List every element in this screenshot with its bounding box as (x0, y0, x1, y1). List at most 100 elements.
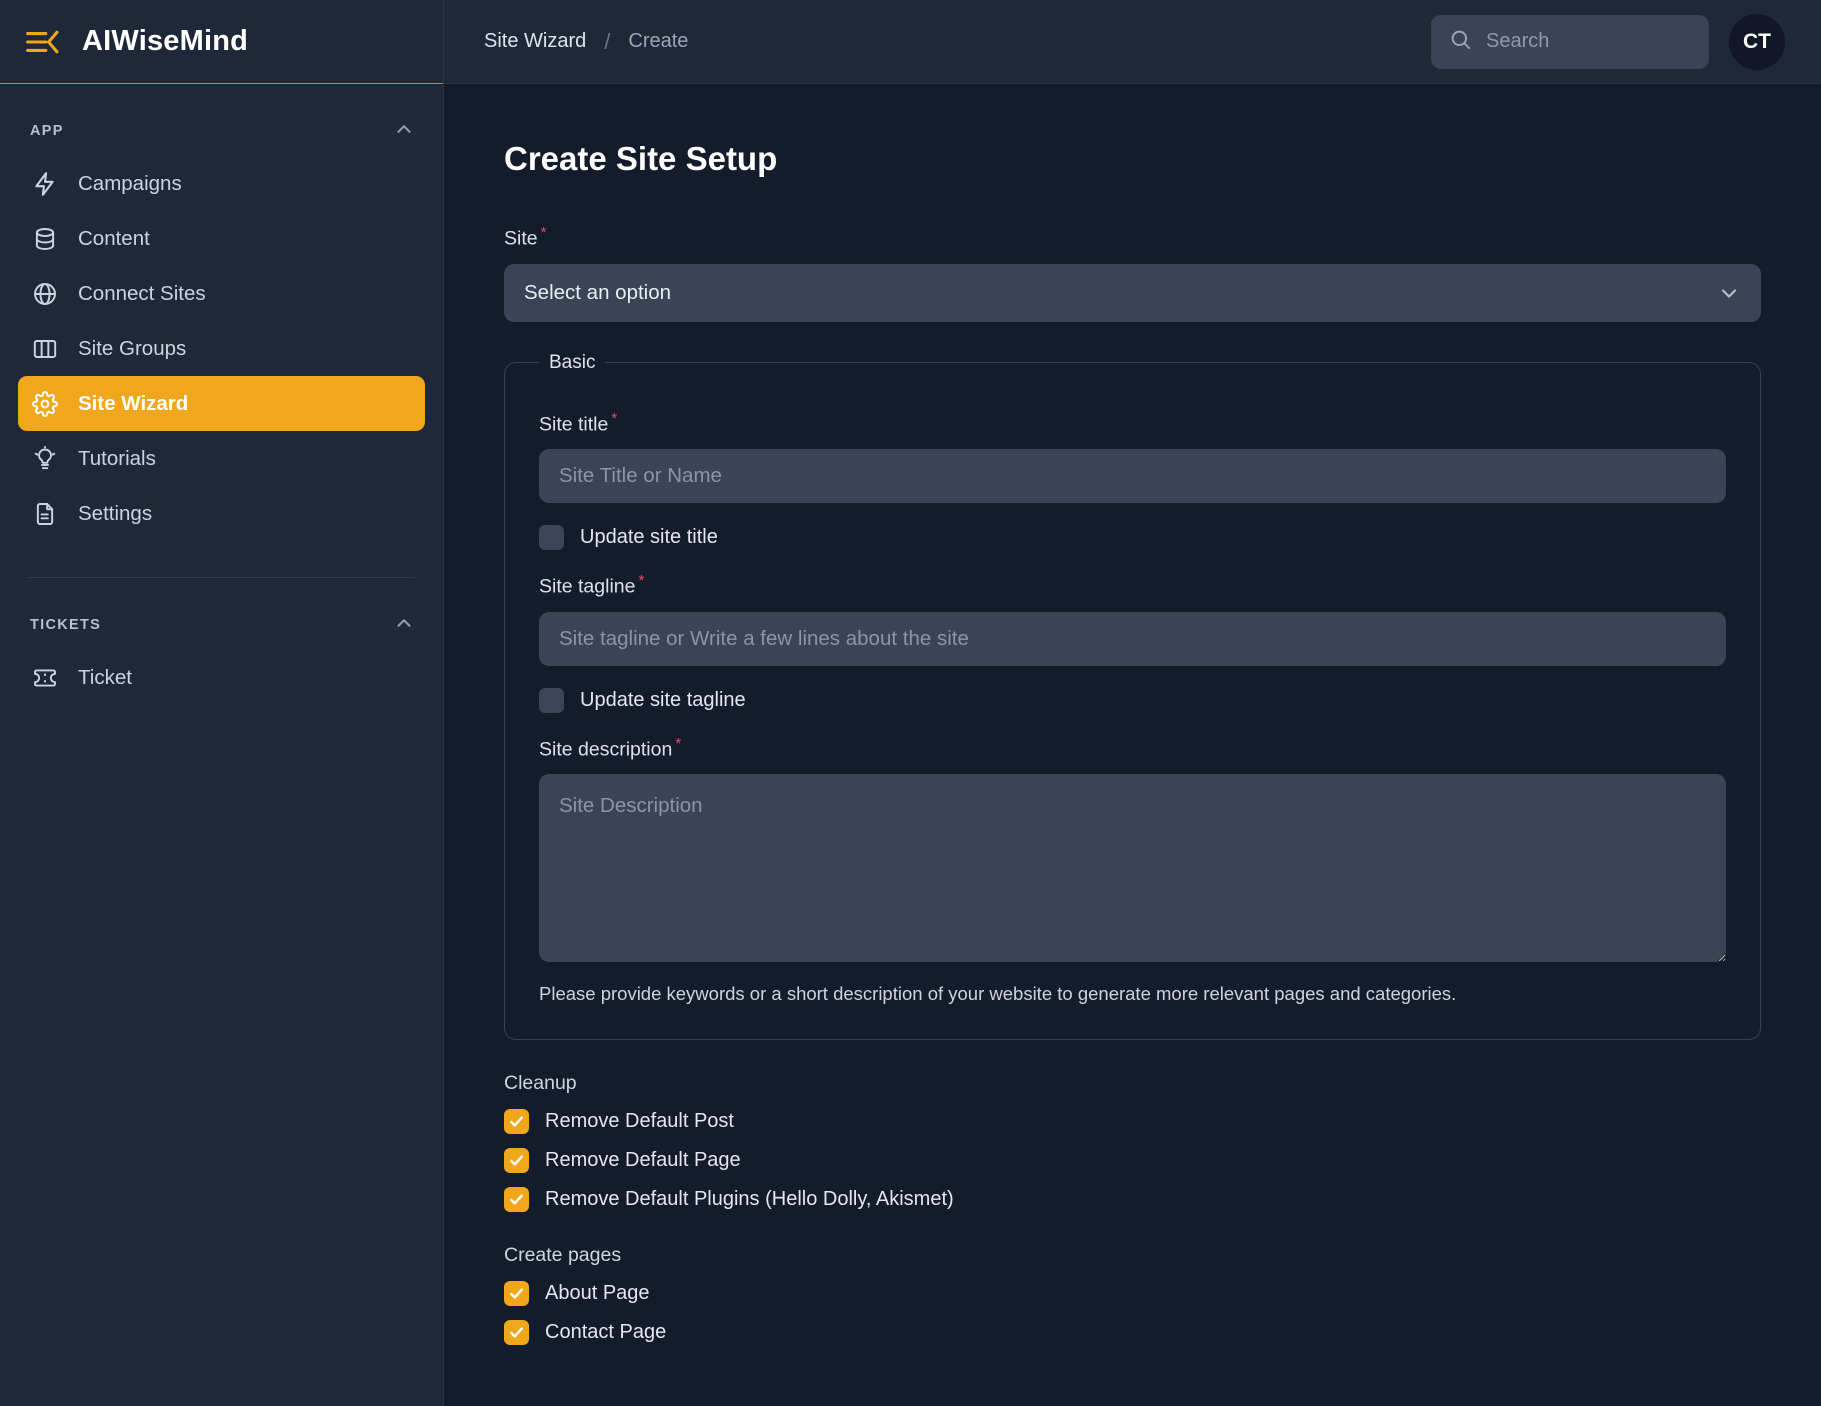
sidebar-item-label: Tutorials (78, 447, 156, 471)
sidebar: AIWiseMind APP Campaigns (0, 0, 444, 1406)
chevron-down-icon[interactable] (1717, 281, 1741, 305)
ticket-icon (32, 665, 58, 691)
sidebar-item-label: Site Wizard (78, 392, 188, 416)
sidebar-item-site-wizard[interactable]: Site Wizard (18, 376, 425, 431)
brand-name: AIWiseMind (82, 25, 248, 58)
site-field: Site* Select an option (504, 224, 1761, 322)
site-tagline-input[interactable] (539, 612, 1726, 666)
required-mark: * (611, 410, 617, 427)
sidebar-item-site-groups[interactable]: Site Groups (18, 321, 425, 376)
lightning-icon (32, 171, 58, 197)
topbar: Site Wizard / Create CT (444, 0, 1821, 84)
cleanup-option-label: Remove Default Page (545, 1149, 741, 1172)
create-pages-title: Create pages (504, 1244, 1761, 1267)
site-field-label: Site* (504, 224, 1761, 251)
site-tagline-label-text: Site tagline (539, 576, 635, 598)
remove-default-plugins-checkbox[interactable] (504, 1187, 529, 1212)
sidebar-item-label: Connect Sites (78, 282, 206, 306)
site-title-input[interactable] (539, 449, 1726, 503)
site-description-label-text: Site description (539, 738, 672, 760)
sidebar-nav-tickets: Ticket (0, 646, 443, 705)
create-pages-group: Create pages About Page Contact Page (504, 1244, 1761, 1345)
sidebar-item-content[interactable]: Content (18, 211, 425, 266)
database-icon (32, 226, 58, 252)
cleanup-option-row[interactable]: Remove Default Page (504, 1148, 1761, 1173)
update-site-title-label: Update site title (580, 526, 718, 549)
update-site-title-row[interactable]: Update site title (539, 525, 1726, 550)
breadcrumb: Site Wizard / Create (484, 29, 688, 55)
columns-icon (32, 336, 58, 362)
cleanup-option-label: Remove Default Plugins (Hello Dolly, Aki… (545, 1188, 954, 1211)
globe-icon (32, 281, 58, 307)
search-box[interactable] (1431, 15, 1709, 69)
sidebar-item-label: Content (78, 227, 150, 251)
gear-icon (32, 391, 58, 417)
required-mark: * (541, 224, 547, 241)
sidebar-item-tutorials[interactable]: Tutorials (18, 431, 425, 486)
site-title-label-text: Site title (539, 413, 608, 435)
site-field-label-text: Site (504, 228, 538, 250)
site-tagline-field: Site tagline* (539, 572, 1726, 666)
cleanup-option-row[interactable]: Remove Default Post (504, 1109, 1761, 1134)
lightbulb-icon (32, 446, 58, 472)
search-input[interactable] (1486, 30, 1691, 53)
create-pages-option-label: About Page (545, 1282, 650, 1305)
sidebar-item-settings[interactable]: Settings (18, 486, 425, 541)
sidebar-item-campaigns[interactable]: Campaigns (18, 156, 425, 211)
update-site-tagline-checkbox[interactable] (539, 688, 564, 713)
sidebar-item-label: Ticket (78, 666, 132, 690)
sidebar-section-header-app[interactable]: APP (0, 110, 443, 152)
sidebar-section-title: TICKETS (30, 617, 101, 633)
document-icon (32, 501, 58, 527)
remove-default-page-checkbox[interactable] (504, 1148, 529, 1173)
sidebar-section-header-tickets[interactable]: TICKETS (0, 604, 443, 646)
brand-header: AIWiseMind (0, 0, 443, 84)
basic-fieldset: Basic Site title* Update site title Sit (504, 352, 1761, 1041)
breadcrumb-current: Create (628, 30, 688, 53)
site-title-label: Site title* (539, 410, 1726, 437)
create-pages-option-label: Contact Page (545, 1321, 666, 1344)
create-pages-option-row[interactable]: Contact Page (504, 1320, 1761, 1345)
contact-page-checkbox[interactable] (504, 1320, 529, 1345)
sidebar-item-label: Campaigns (78, 172, 182, 196)
app-root: AIWiseMind APP Campaigns (0, 0, 1821, 1406)
chevron-up-icon[interactable] (393, 612, 415, 639)
remove-default-post-checkbox[interactable] (504, 1109, 529, 1134)
about-page-checkbox[interactable] (504, 1281, 529, 1306)
site-description-textarea[interactable] (539, 774, 1726, 962)
page-content: Create Site Setup Site* Select an option… (444, 84, 1821, 1406)
sidebar-item-connect-sites[interactable]: Connect Sites (18, 266, 425, 321)
site-tagline-label: Site tagline* (539, 572, 1726, 599)
chevron-up-icon[interactable] (393, 118, 415, 145)
search-icon (1449, 28, 1472, 56)
update-site-tagline-label: Update site tagline (580, 689, 746, 712)
cleanup-group: Cleanup Remove Default Post Remove Defau… (504, 1072, 1761, 1212)
sidebar-item-ticket[interactable]: Ticket (18, 650, 425, 705)
required-mark: * (675, 735, 681, 752)
breadcrumb-separator: / (604, 29, 610, 55)
site-title-field: Site title* (539, 410, 1726, 504)
main-area: Site Wizard / Create CT Create Site Setu… (444, 0, 1821, 1406)
sidebar-section-app: APP Campaigns Content (0, 84, 443, 547)
cleanup-title: Cleanup (504, 1072, 1761, 1095)
cleanup-option-row[interactable]: Remove Default Plugins (Hello Dolly, Aki… (504, 1187, 1761, 1212)
update-site-title-checkbox[interactable] (539, 525, 564, 550)
site-description-label: Site description* (539, 735, 1726, 762)
breadcrumb-parent[interactable]: Site Wizard (484, 30, 586, 53)
topbar-right: CT (1431, 14, 1785, 70)
site-select-value: Select an option (524, 281, 671, 305)
page-title: Create Site Setup (504, 140, 1761, 178)
cleanup-option-label: Remove Default Post (545, 1110, 734, 1133)
sidebar-section-title: APP (30, 123, 64, 139)
avatar[interactable]: CT (1729, 14, 1785, 70)
sidebar-item-label: Settings (78, 502, 152, 526)
sidebar-section-tickets: TICKETS Ticket (0, 578, 443, 711)
create-pages-option-row[interactable]: About Page (504, 1281, 1761, 1306)
site-description-help-text: Please provide keywords or a short descr… (539, 983, 1726, 1005)
sidebar-nav-app: Campaigns Content Connect Sites (0, 152, 443, 541)
update-site-tagline-row[interactable]: Update site tagline (539, 688, 1726, 713)
site-description-field: Site description* Please provide keyword… (539, 735, 1726, 1006)
basic-fieldset-legend: Basic (539, 352, 605, 374)
collapse-sidebar-icon[interactable] (26, 28, 60, 56)
site-select[interactable]: Select an option (504, 264, 1761, 322)
